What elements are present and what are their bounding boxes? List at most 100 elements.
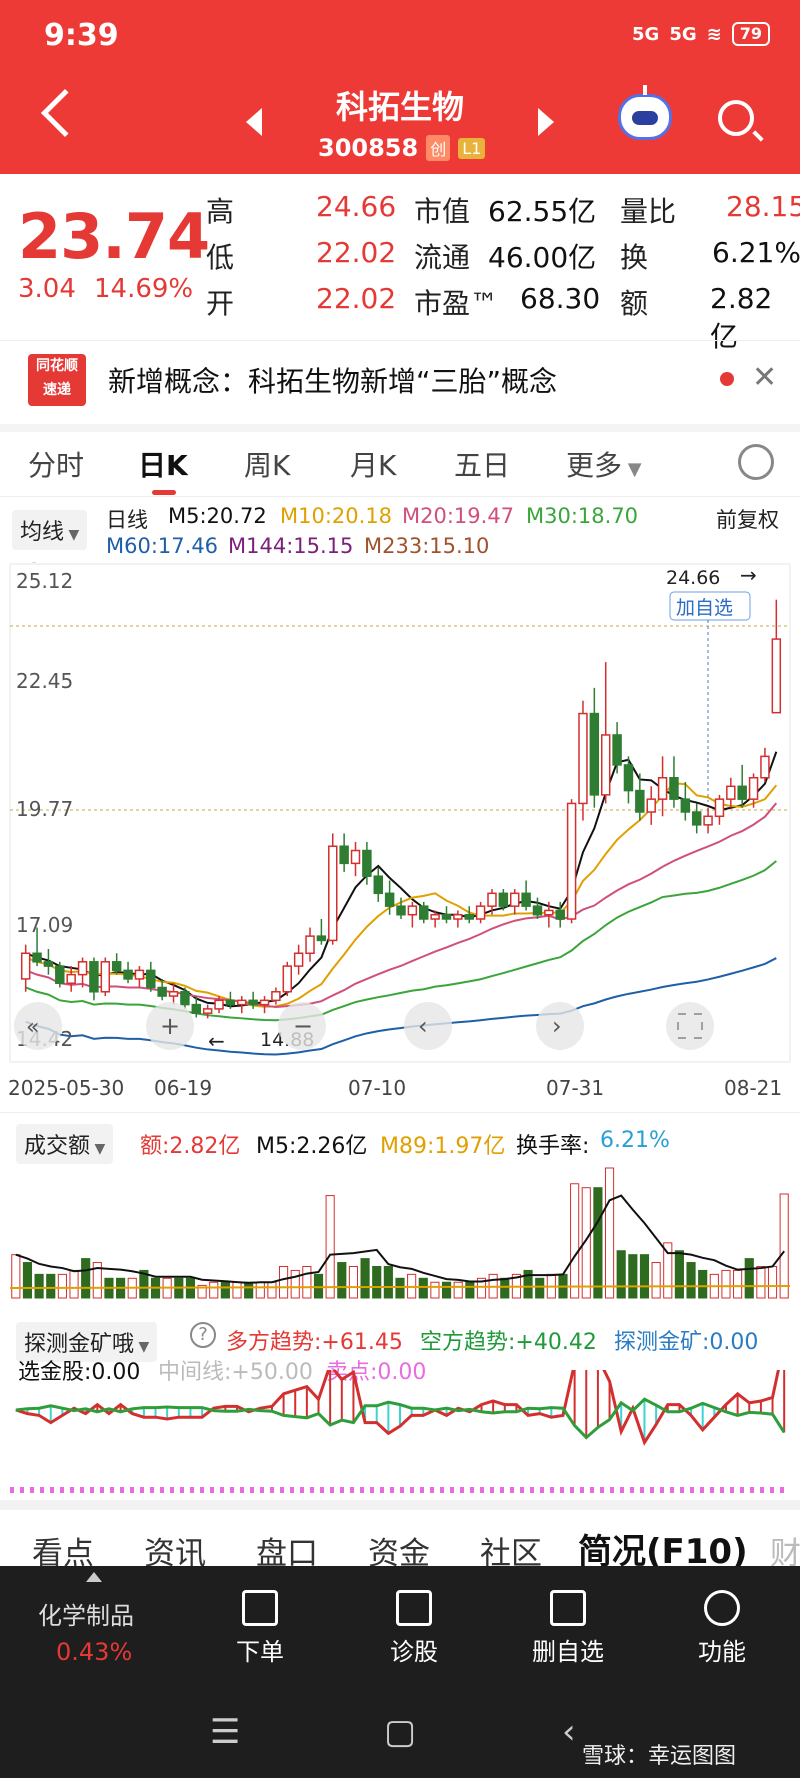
news-logo: 同花顺 速递 — [28, 354, 86, 406]
candle-body — [419, 905, 429, 920]
function-label: 功能 — [698, 1638, 746, 1666]
back-nav-icon[interactable]: ‹ — [562, 1712, 576, 1752]
turn-value: 6.21% — [712, 236, 800, 269]
stock-code: 300858 — [318, 134, 419, 162]
robot-assistant-icon[interactable] — [618, 85, 672, 140]
chevron-up-icon[interactable] — [86, 1572, 102, 1582]
mktcap-label: 市值 — [414, 195, 471, 228]
y-label-1: 22.45 — [16, 669, 73, 693]
divider — [0, 1500, 800, 1510]
tab-five-day[interactable]: 五日 — [454, 444, 510, 484]
tab-daily-k[interactable]: 日K — [138, 444, 188, 484]
volume-selector[interactable]: 成交额 ▼ — [16, 1124, 114, 1164]
order-button[interactable]: 下单 — [200, 1590, 320, 1667]
volume-bar — [11, 1254, 21, 1299]
tab-more[interactable]: 更多 ▼ — [566, 444, 642, 484]
diagnose-button[interactable]: 诊股 — [354, 1590, 474, 1667]
home-nav-icon[interactable]: ▢ — [384, 1712, 416, 1752]
candle-body — [441, 913, 452, 920]
fullscreen-icon[interactable] — [666, 1002, 714, 1050]
candle-body — [123, 969, 133, 980]
candle-body — [55, 965, 65, 984]
volume-bar — [465, 1281, 475, 1299]
pe-value: 68.30 — [520, 282, 601, 315]
tab-weekly-k[interactable]: 周K — [244, 444, 290, 484]
volume-bar — [721, 1269, 731, 1299]
news-headline[interactable]: 新增概念：科拓生物新增“三胎”概念 — [108, 360, 557, 400]
volume-bar — [337, 1262, 347, 1299]
volume-bar — [593, 1187, 603, 1299]
open-label: 开 — [206, 287, 235, 320]
candle-body — [384, 892, 395, 907]
current-price: 23.74 — [18, 200, 210, 273]
ma-m144: M144:15.15 — [228, 534, 354, 558]
adjust-mode[interactable]: 前复权 — [716, 504, 779, 534]
stock-code-row: 300858 创 L1 — [318, 134, 486, 162]
tab-monthly-k[interactable]: 月K — [350, 444, 396, 484]
ma-selector[interactable]: 均线 ▼ — [12, 510, 88, 550]
minus-box-icon — [550, 1590, 586, 1626]
tab-intraday[interactable]: 分时 — [28, 444, 84, 484]
volume-bar — [570, 1183, 580, 1299]
candle-body — [328, 845, 338, 942]
vr-label: 量比 — [620, 195, 677, 228]
help-icon[interactable]: ? — [190, 1322, 216, 1348]
candle-body — [362, 849, 372, 877]
candle-body — [430, 913, 440, 920]
level-badge: L1 — [458, 137, 486, 159]
left-arrow-icon: ← — [208, 1029, 225, 1053]
candle-body — [635, 789, 645, 813]
volume-bar — [651, 1262, 661, 1299]
volume-bar — [604, 1167, 615, 1299]
date-label-3: 07-31 — [546, 1076, 604, 1100]
function-button[interactable]: 功能 — [662, 1590, 782, 1667]
volume-bar — [430, 1281, 440, 1299]
y-label-2: 19.77 — [16, 797, 73, 821]
candle-body — [89, 961, 99, 993]
candle-body — [237, 999, 247, 1006]
ma-m60: M60:17.46 — [106, 534, 219, 558]
pe-label: 市盈™ — [414, 287, 499, 320]
volume-m5: M5:2.26亿 — [256, 1134, 368, 1159]
candle-body — [555, 909, 565, 920]
remove-watch-button[interactable]: 删自选 — [508, 1590, 628, 1667]
volume-bar — [69, 1269, 79, 1299]
scroll-left-icon[interactable] — [404, 1002, 452, 1050]
next-stock-icon[interactable] — [538, 108, 554, 136]
candle-body — [191, 1003, 202, 1014]
volume-bar — [628, 1254, 638, 1299]
gear-icon[interactable] — [738, 444, 774, 480]
volume-bar — [360, 1258, 370, 1299]
search-icon[interactable] — [718, 100, 754, 136]
candle-body — [111, 961, 122, 972]
low-label: 低 — [206, 241, 235, 274]
volume-bar — [34, 1273, 44, 1299]
document-icon — [242, 1590, 278, 1626]
candle-body — [623, 764, 634, 792]
volume-bar — [767, 1265, 778, 1299]
sector-name[interactable]: 化学制品 — [38, 1596, 134, 1631]
candle-body — [248, 999, 258, 1006]
mktcap-value: 62.55亿 — [488, 195, 597, 228]
volume-bar — [698, 1269, 708, 1299]
candle-body — [271, 991, 281, 1002]
volume-bar — [663, 1242, 673, 1299]
ma-selector-label: 均线 — [20, 520, 65, 545]
volume-bar — [674, 1250, 684, 1299]
volume-bar — [279, 1265, 289, 1299]
close-icon[interactable]: ✕ — [752, 360, 777, 395]
high-value: 24.66 — [316, 190, 397, 223]
candle-body — [646, 798, 656, 813]
menu-nav-icon[interactable]: ☰ — [210, 1712, 240, 1752]
open-value: 22.02 — [316, 282, 397, 315]
candle-body — [305, 935, 315, 954]
minus-glyph: − — [293, 1012, 313, 1040]
y-label-3: 17.09 — [16, 913, 73, 937]
volume-bar — [500, 1277, 510, 1299]
candle-body — [498, 892, 509, 907]
candlestick-chart[interactable]: 25.12 25.12 22.45 19.77 17.09 14.42 24.6… — [0, 562, 800, 1108]
volume-bar — [418, 1277, 428, 1299]
candle-body — [680, 798, 691, 813]
candle-body — [339, 845, 349, 865]
volume-bar — [686, 1262, 696, 1299]
